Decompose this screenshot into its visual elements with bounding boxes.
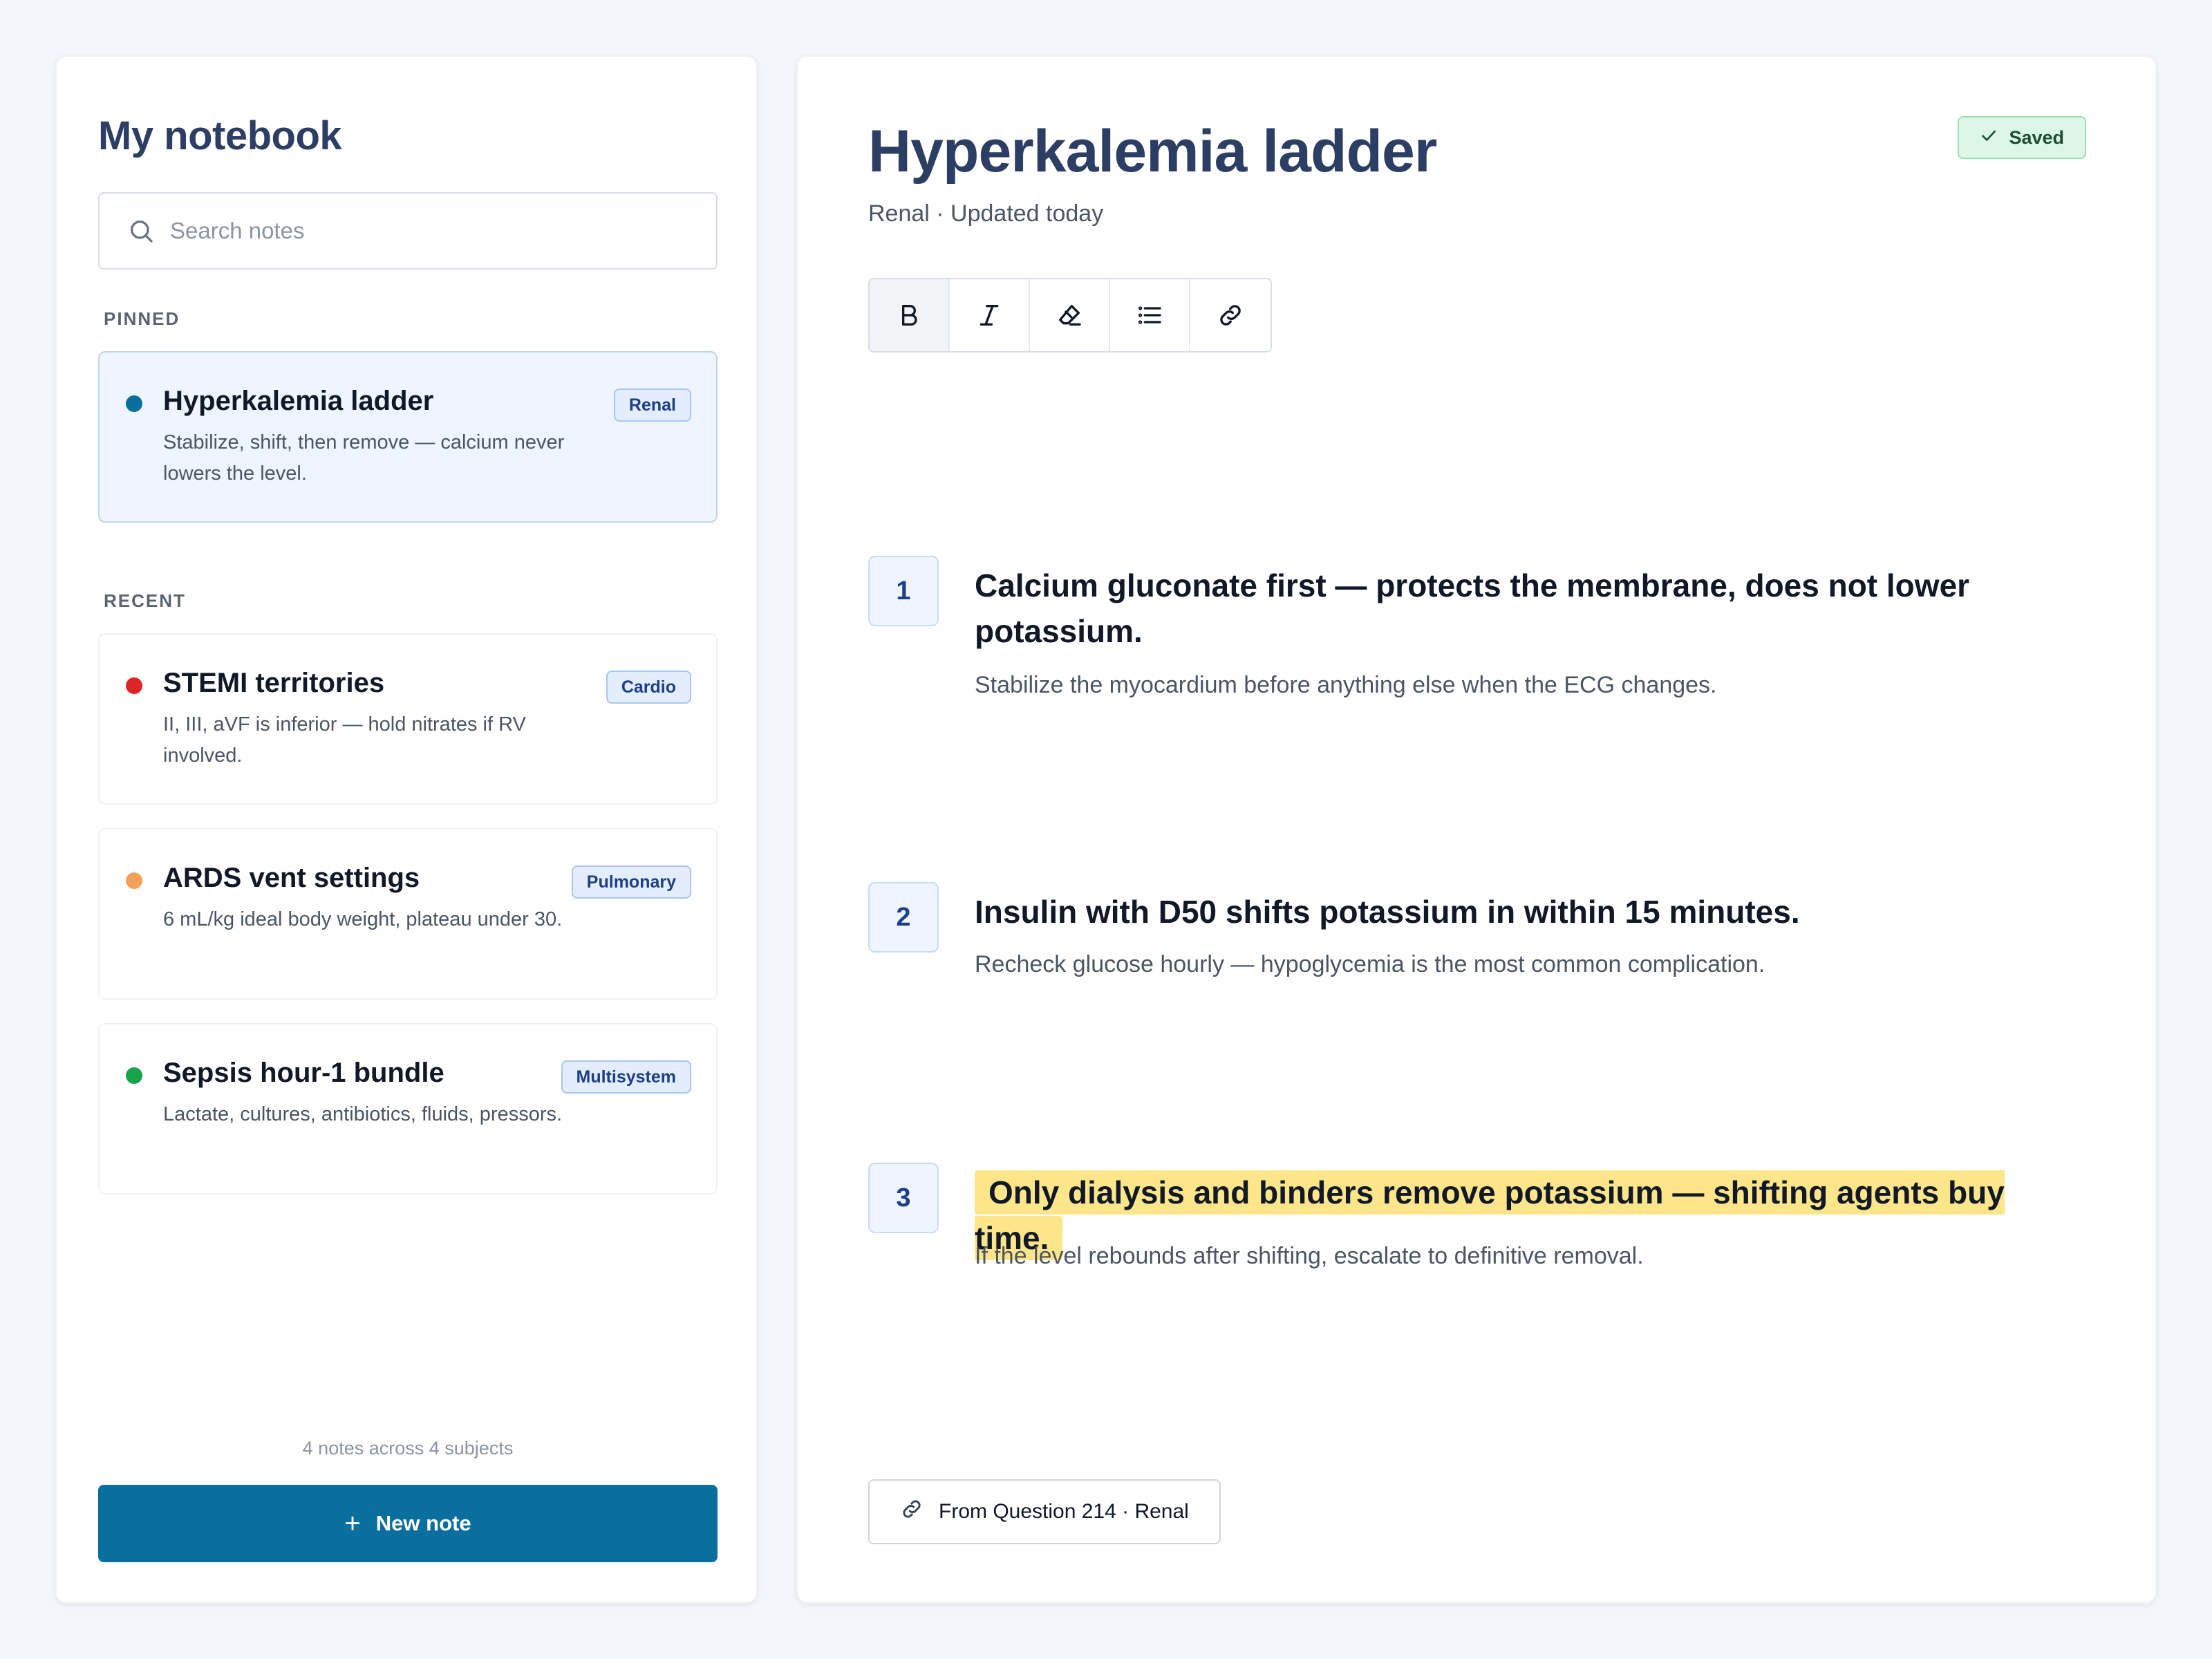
- step-number: 1: [868, 556, 939, 626]
- step-detail: Recheck glucose hourly — hypoglycemia is…: [975, 951, 1765, 977]
- step-heading: Calcium gluconate first — protects the m…: [975, 568, 1970, 649]
- note-title: Sepsis hour-1 bundle: [163, 1058, 444, 1088]
- italic-button[interactable]: [950, 279, 1030, 351]
- note-title: Hyperkalemia ladder: [163, 386, 434, 416]
- notes-count: 4 notes across 4 subjects: [302, 1438, 514, 1459]
- subject-dot: [126, 872, 142, 889]
- saved-label: Saved: [2009, 126, 2064, 148]
- link-button[interactable]: [1190, 279, 1271, 351]
- subject-tag: Renal: [613, 388, 691, 422]
- note-meta: Renal · Updated today: [868, 200, 1104, 227]
- search-icon: [127, 217, 155, 245]
- highlight-button[interactable]: [1030, 279, 1110, 351]
- check-icon: [1980, 126, 1998, 149]
- bold-icon: [902, 305, 917, 326]
- saved-status-badge: Saved: [1958, 116, 2086, 159]
- note-editor: Hyperkalemia ladder Renal · Updated toda…: [796, 55, 2157, 1604]
- search-box[interactable]: [98, 192, 718, 270]
- note-snippet: 6 mL/kg ideal body weight, plateau under…: [163, 908, 563, 930]
- link-icon: [900, 1497, 924, 1526]
- subject-tag: Multisystem: [561, 1060, 691, 1094]
- note-snippet: II, III, aVF is inferior — hold nitrates…: [163, 713, 526, 767]
- note-snippet: Lactate, cultures, antibiotics, fluids, …: [163, 1103, 563, 1125]
- step-heading: Insulin with D50 shifts potassium in wit…: [975, 894, 1800, 930]
- subject-dot: [126, 1067, 142, 1084]
- step-detail: If the level rebounds after shifting, es…: [975, 1243, 1644, 1269]
- notebook-sidebar: My notebook PINNED Hyperkalemia ladder S…: [55, 55, 758, 1604]
- note-title: STEMI territories: [163, 668, 385, 698]
- subject-tag: Pulmonary: [571, 865, 691, 899]
- note-item-sepsis-bundle[interactable]: Sepsis hour-1 bundle Lactate, cultures, …: [98, 1023, 718, 1194]
- format-toolbar: [868, 278, 1272, 353]
- list-icon: [1138, 306, 1161, 324]
- new-note-button[interactable]: + New note: [98, 1485, 718, 1562]
- subject-dot: [126, 677, 142, 694]
- link-icon: [1220, 305, 1241, 326]
- step-detail: Stabilize the myocardium before anything…: [975, 672, 1717, 698]
- list-button[interactable]: [1110, 279, 1190, 351]
- app: My notebook PINNED Hyperkalemia ladder S…: [0, 0, 2212, 1659]
- step-number: 2: [868, 882, 939, 953]
- subject-dot: [126, 395, 142, 412]
- note-heading: Hyperkalemia ladder: [868, 118, 1437, 185]
- new-note-label: New note: [375, 1511, 471, 1535]
- note-snippet: Stabilize, shift, then remove — calcium …: [163, 431, 565, 485]
- italic-icon: [980, 305, 999, 326]
- recent-label: RECENT: [104, 590, 186, 611]
- note-item-stemi-territories[interactable]: STEMI territories II, III, aVF is inferi…: [98, 633, 718, 805]
- highlighter-icon: [1059, 305, 1081, 326]
- pinned-label: PINNED: [104, 308, 180, 329]
- note-item-hyperkalemia-ladder[interactable]: Hyperkalemia ladder Stabilize, shift, th…: [98, 351, 718, 523]
- note-title: ARDS vent settings: [163, 863, 420, 893]
- step-number: 3: [868, 1163, 939, 1233]
- search-input[interactable]: [170, 210, 695, 252]
- source-label: From Question 214 · Renal: [939, 1500, 1189, 1523]
- sidebar-title: My notebook: [98, 113, 342, 158]
- plus-icon: +: [344, 1508, 361, 1539]
- bold-button[interactable]: [870, 279, 950, 351]
- subject-tag: Cardio: [606, 671, 691, 704]
- note-item-ards-vent-settings[interactable]: ARDS vent settings 6 mL/kg ideal body we…: [98, 828, 718, 1000]
- source-question-link[interactable]: From Question 214 · Renal: [868, 1479, 1221, 1544]
